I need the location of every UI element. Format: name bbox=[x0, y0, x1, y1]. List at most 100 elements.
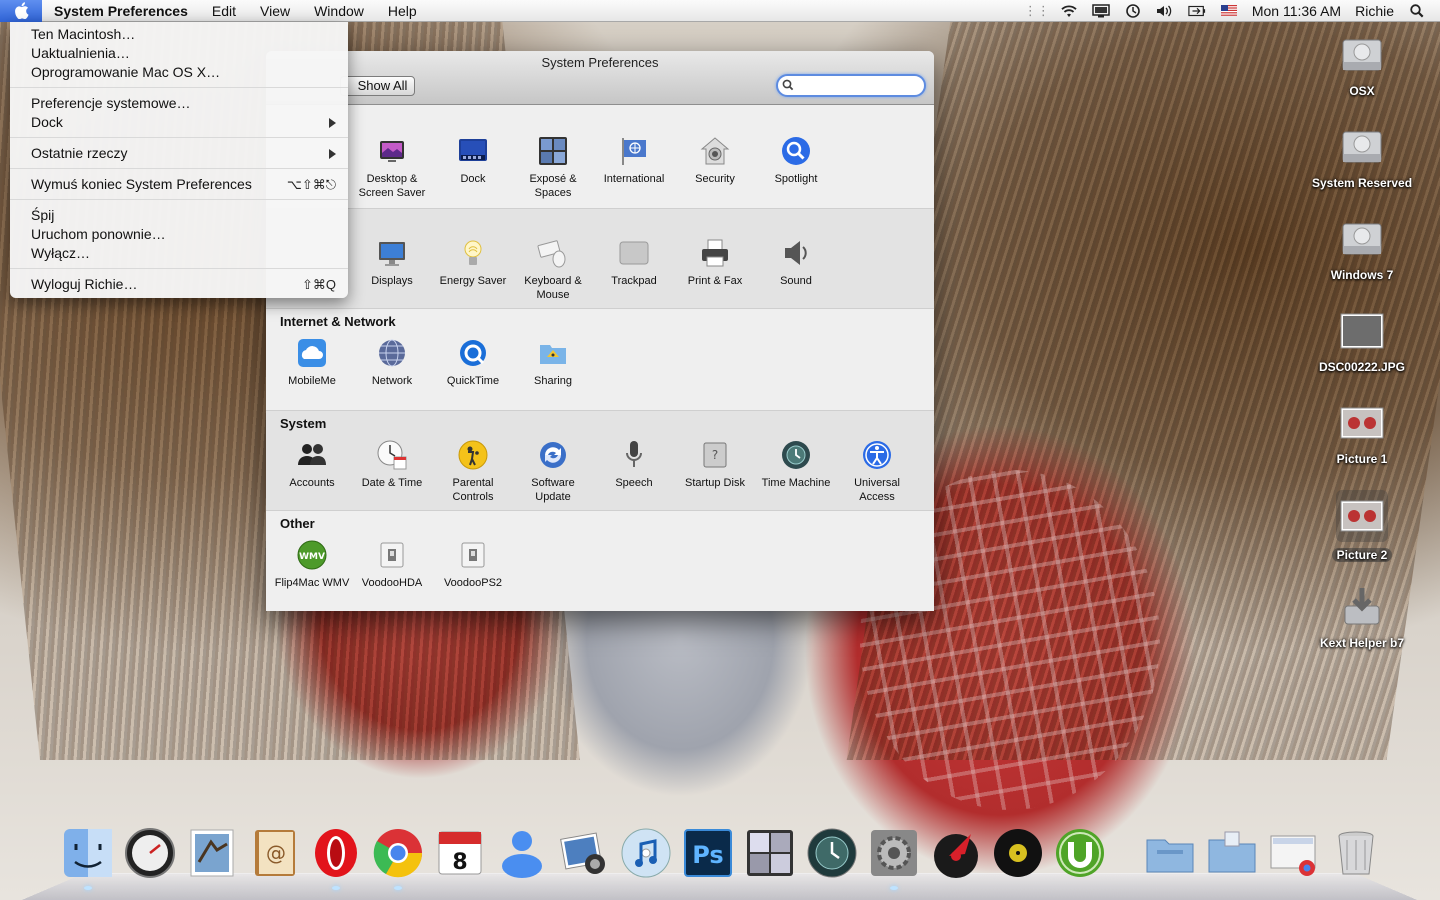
submenu-arrow-icon bbox=[329, 117, 336, 128]
svg-text:?: ? bbox=[712, 448, 718, 462]
pref-dock[interactable]: Dock bbox=[433, 135, 513, 186]
downloads-stack-icon bbox=[1270, 835, 1316, 876]
pref-quicktime[interactable]: QuickTime bbox=[433, 337, 513, 388]
wifi-icon[interactable] bbox=[1060, 4, 1078, 18]
dock-downloads-stack[interactable] bbox=[1266, 824, 1322, 882]
dock-photoshop[interactable]: Ps bbox=[680, 824, 736, 882]
pref-displays[interactable]: Displays bbox=[352, 237, 432, 288]
menu-item-restart[interactable]: Uruchom ponownie… bbox=[10, 225, 348, 244]
svg-text:WMV: WMV bbox=[299, 552, 325, 562]
opera-icon bbox=[315, 829, 357, 877]
menu-item-recent-items[interactable]: Ostatnie rzeczy bbox=[10, 144, 348, 163]
menu-view[interactable]: View bbox=[248, 0, 302, 22]
time-machine-icon bbox=[782, 441, 810, 469]
dock-scrobbler[interactable] bbox=[928, 824, 984, 882]
search-input[interactable] bbox=[776, 74, 926, 97]
show-all-button[interactable]: Show All bbox=[340, 76, 415, 96]
dock-spaces[interactable] bbox=[742, 824, 798, 882]
pref-energy-saver[interactable]: Energy Saver bbox=[433, 237, 513, 288]
desktop-icon-kext-helper[interactable]: Kext Helper b7 bbox=[1307, 584, 1417, 652]
accounts-users-icon bbox=[298, 444, 326, 465]
svg-text:@: @ bbox=[266, 841, 286, 865]
us-flag-input-icon[interactable] bbox=[1220, 4, 1238, 18]
script-menu-icon[interactable]: ⋮⋮ bbox=[1024, 3, 1050, 18]
pref-voodoohda[interactable]: VoodooHDA bbox=[352, 539, 432, 590]
spotlight-icon bbox=[782, 137, 810, 165]
pref-international[interactable]: International bbox=[594, 135, 674, 186]
desktop-icon-system-reserved[interactable]: System Reserved bbox=[1307, 124, 1417, 192]
dock-system-preferences[interactable] bbox=[866, 824, 922, 890]
pref-software-update[interactable]: Software Update bbox=[513, 439, 593, 504]
pref-speech[interactable]: Speech bbox=[594, 439, 674, 490]
dock-iphoto[interactable] bbox=[556, 824, 612, 882]
dock-ical[interactable]: 8 bbox=[432, 824, 488, 882]
menu-item-shutdown[interactable]: Wyłącz… bbox=[10, 244, 348, 263]
menu-clock[interactable]: Mon 11:36 AM bbox=[1252, 3, 1341, 19]
dock-time-machine[interactable] bbox=[804, 824, 860, 882]
pref-print-fax[interactable]: Print & Fax bbox=[675, 237, 755, 288]
volume-icon[interactable] bbox=[1156, 4, 1174, 18]
menu-item-force-quit[interactable]: Wymuś koniec System Preferences ⌥⇧⌘⎋ bbox=[10, 175, 348, 194]
desktop-icon-picture-1[interactable]: Picture 1 bbox=[1307, 400, 1417, 468]
desktop-screen-saver-icon bbox=[380, 141, 404, 162]
dock-ichat[interactable] bbox=[494, 824, 550, 882]
menu-item-system-preferences[interactable]: Preferencje systemowe… bbox=[10, 94, 348, 113]
dock-finder[interactable] bbox=[60, 824, 116, 890]
apple-menu-button[interactable] bbox=[0, 0, 42, 22]
spotlight-search-icon[interactable] bbox=[1408, 3, 1426, 18]
pref-flip4mac-wmv[interactable]: WMV Flip4Mac WMV bbox=[272, 539, 352, 590]
desktop-icon-windows-7[interactable]: Windows 7 bbox=[1307, 216, 1417, 284]
pref-trackpad[interactable]: Trackpad bbox=[594, 237, 674, 288]
folder-icon bbox=[1208, 831, 1256, 873]
pref-desktop-screen-saver[interactable]: Desktop & Screen Saver bbox=[352, 135, 432, 200]
pref-accounts[interactable]: Accounts bbox=[272, 439, 352, 490]
dock-dashboard[interactable] bbox=[122, 824, 178, 882]
pref-time-machine[interactable]: Time Machine bbox=[756, 439, 836, 490]
pref-sound[interactable]: Sound bbox=[756, 237, 836, 288]
menu-item-software-update[interactable]: Uaktualnienia… bbox=[10, 44, 348, 63]
displays-icon bbox=[379, 242, 405, 266]
pref-keyboard-mouse[interactable]: Keyboard & Mouse bbox=[513, 237, 593, 302]
menu-item-about-this-mac[interactable]: Ten Macintosh… bbox=[10, 25, 348, 44]
pref-startup-disk[interactable]: ? Startup Disk bbox=[675, 439, 755, 490]
window-title: System Preferences bbox=[541, 55, 659, 70]
network-globe-icon bbox=[379, 339, 405, 367]
battery-icon[interactable] bbox=[1188, 4, 1206, 18]
dock-vinyl[interactable] bbox=[990, 824, 1046, 882]
menu-item-sleep[interactable]: Śpij bbox=[10, 206, 348, 225]
pref-voodoops2[interactable]: VoodooPS2 bbox=[433, 539, 513, 590]
pref-date-time[interactable]: Date & Time bbox=[352, 439, 432, 490]
desktop-icon-osx[interactable]: OSX bbox=[1307, 32, 1417, 100]
dock-documents-folder[interactable] bbox=[1204, 824, 1260, 882]
time-machine-icon[interactable] bbox=[1124, 3, 1142, 18]
pref-expose-spaces[interactable]: Exposé & Spaces bbox=[513, 135, 593, 200]
display-icon[interactable] bbox=[1092, 3, 1110, 18]
menu-app-name[interactable]: System Preferences bbox=[42, 0, 200, 22]
desktop-icon-dsc00222-jpg[interactable]: DSC00222.JPG bbox=[1307, 308, 1417, 376]
pref-security[interactable]: Security bbox=[675, 135, 755, 186]
dock-mail[interactable] bbox=[184, 824, 240, 882]
dock-itunes[interactable] bbox=[618, 824, 674, 882]
dock-google-chrome[interactable] bbox=[370, 824, 426, 890]
menu-help[interactable]: Help bbox=[376, 0, 429, 22]
menu-window[interactable]: Window bbox=[302, 0, 376, 22]
pref-universal-access[interactable]: Universal Access bbox=[837, 439, 917, 504]
pref-network[interactable]: Network bbox=[352, 337, 432, 388]
menu-user[interactable]: Richie bbox=[1355, 3, 1394, 19]
pref-parental-controls[interactable]: Parental Controls bbox=[433, 439, 513, 504]
desktop-icon-picture-2[interactable]: Picture 2 bbox=[1307, 490, 1417, 564]
pref-spotlight[interactable]: Spotlight bbox=[756, 135, 836, 186]
dock-trash[interactable] bbox=[1328, 824, 1384, 882]
dock-address-book[interactable]: @ bbox=[246, 824, 302, 882]
section-label: Other bbox=[280, 516, 315, 531]
menu-edit[interactable]: Edit bbox=[200, 0, 248, 22]
dock-opera[interactable] bbox=[308, 824, 364, 890]
pref-sharing[interactable]: Sharing bbox=[513, 337, 593, 388]
menu-item-log-out[interactable]: Wyloguj Richie… ⇧⌘Q bbox=[10, 275, 348, 294]
pref-mobileme[interactable]: MobileMe bbox=[272, 337, 352, 388]
startup-disk-icon: ? bbox=[703, 442, 727, 468]
dock-applications-folder[interactable] bbox=[1142, 824, 1198, 882]
menu-item-dock[interactable]: Dock bbox=[10, 113, 348, 132]
dock-utorrent[interactable] bbox=[1052, 824, 1108, 882]
menu-item-mac-os-x-software[interactable]: Oprogramowanie Mac OS X… bbox=[10, 63, 348, 82]
